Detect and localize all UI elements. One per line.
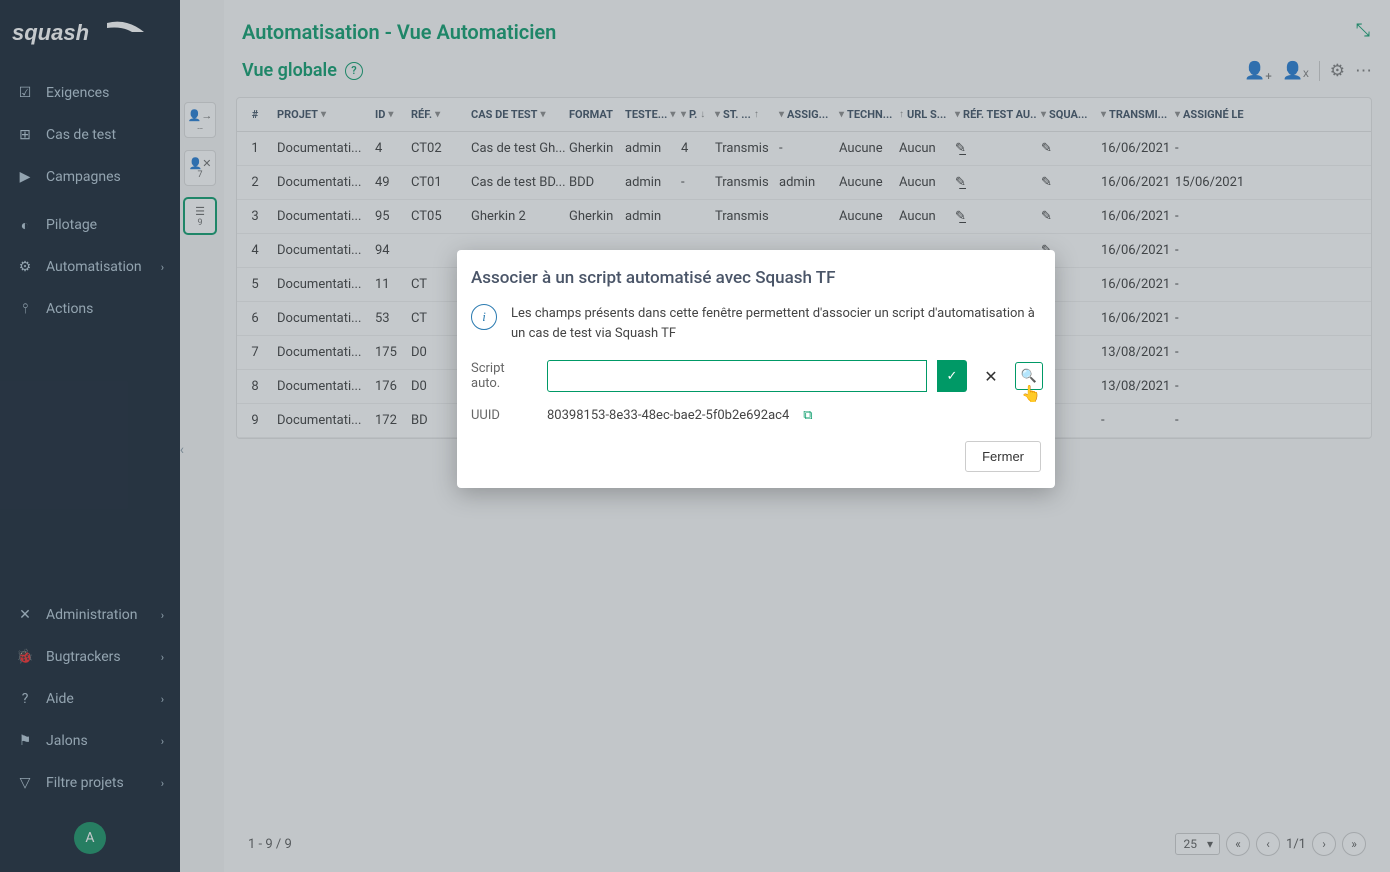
close-button[interactable]: Fermer: [965, 441, 1041, 472]
close-icon: ✕: [984, 367, 997, 386]
copy-icon[interactable]: ⧉: [803, 408, 812, 423]
uuid-label: UUID: [471, 408, 537, 423]
modal-associate-script: Associer à un script automatisé avec Squ…: [457, 250, 1055, 488]
cancel-button[interactable]: ✕: [977, 360, 1005, 392]
script-input[interactable]: [547, 360, 927, 392]
script-label: Script auto.: [471, 361, 537, 391]
search-icon: 🔍: [1021, 369, 1037, 384]
uuid-value: 80398153-8e33-48ec-bae2-5f0b2e692ac4: [547, 408, 789, 423]
modal-info-text: Les champs présents dans cette fenêtre p…: [511, 304, 1035, 344]
info-icon: i: [471, 304, 497, 330]
modal-title: Associer à un script automatisé avec Squ…: [457, 250, 1055, 300]
confirm-button[interactable]: ✓: [937, 360, 967, 392]
check-icon: ✓: [947, 369, 958, 384]
search-button[interactable]: 🔍: [1015, 362, 1043, 390]
